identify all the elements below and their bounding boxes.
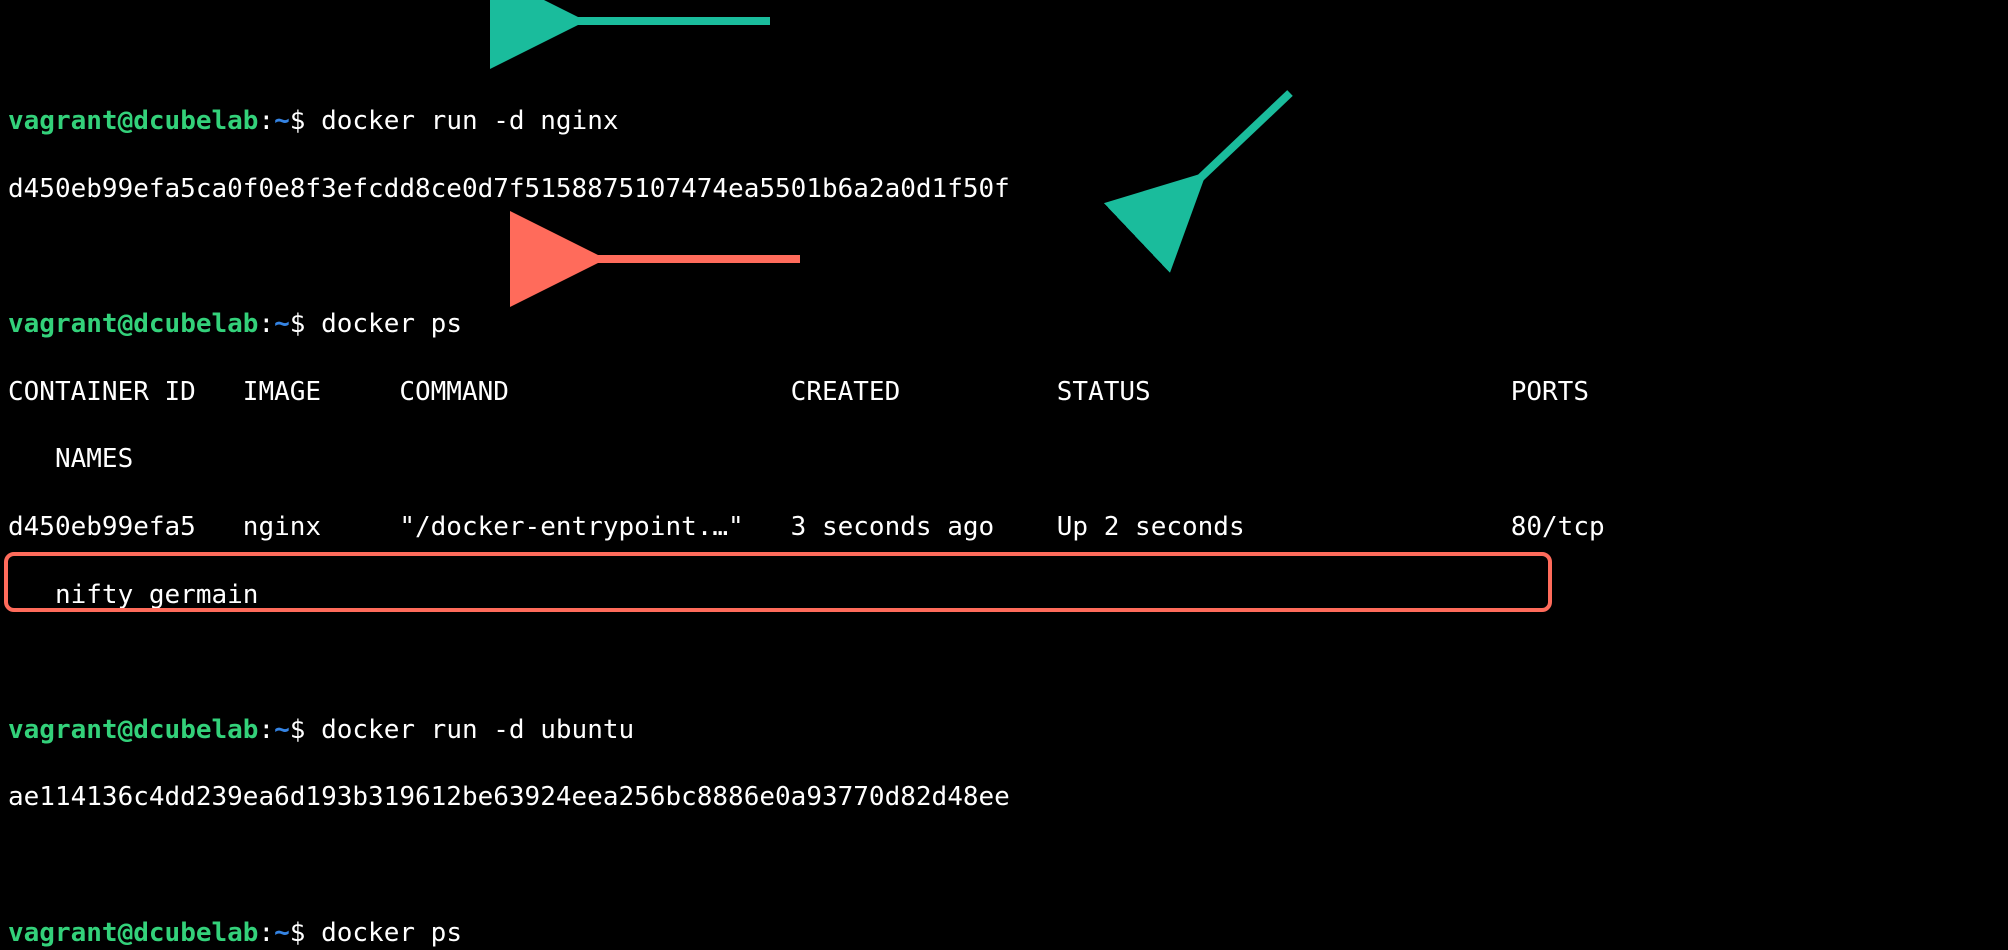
prompt-at: @ — [118, 106, 134, 136]
prompt-at: @ — [118, 918, 134, 948]
output-hash: ae114136c4dd239ea6d193b319612be63924eea2… — [8, 781, 2000, 815]
table-row: nifty_germain — [8, 579, 2000, 613]
table-header: CONTAINER ID IMAGE COMMAND CREATED STATU… — [8, 376, 2000, 410]
prompt-symbol: $ — [290, 715, 306, 745]
prompt-path: ~ — [274, 715, 290, 745]
prompt-path: ~ — [274, 918, 290, 948]
prompt-user: vagrant — [8, 715, 118, 745]
command-text: docker ps — [321, 918, 462, 948]
prompt-user: vagrant — [8, 106, 118, 136]
output-hash: d450eb99efa5ca0f0e8f3efcdd8ce0d7f5158875… — [8, 173, 2000, 207]
table-row: d450eb99efa5 nginx "/docker-entrypoint.…… — [8, 511, 2000, 545]
prompt-colon: : — [258, 918, 274, 948]
command-text: docker ps — [321, 309, 462, 339]
arrow-red-icon — [580, 244, 810, 274]
prompt-path: ~ — [274, 106, 290, 136]
prompt-symbol: $ — [290, 106, 306, 136]
prompt-symbol: $ — [290, 918, 306, 948]
prompt-host: dcubelab — [133, 918, 258, 948]
command-text: docker run -d ubuntu — [321, 715, 634, 745]
prompt-host: dcubelab — [133, 106, 258, 136]
prompt-host: dcubelab — [133, 715, 258, 745]
prompt-path: ~ — [274, 309, 290, 339]
prompt-at: @ — [118, 715, 134, 745]
prompt-symbol: $ — [290, 309, 306, 339]
table-header: NAMES — [8, 443, 2000, 477]
prompt-user: vagrant — [8, 309, 118, 339]
prompt-line: vagrant@dcubelab:~$ docker ps — [8, 917, 2000, 950]
prompt-line: vagrant@dcubelab:~$ docker ps — [8, 308, 2000, 342]
prompt-line: vagrant@dcubelab:~$ docker run -d nginx — [8, 105, 2000, 139]
prompt-host: dcubelab — [133, 309, 258, 339]
prompt-colon: : — [258, 309, 274, 339]
prompt-colon: : — [258, 715, 274, 745]
prompt-line: vagrant@dcubelab:~$ docker run -d ubuntu — [8, 714, 2000, 748]
prompt-user: vagrant — [8, 918, 118, 948]
prompt-colon: : — [258, 106, 274, 136]
terminal[interactable]: vagrant@dcubelab:~$ docker run -d nginx … — [0, 0, 2008, 950]
command-text: docker run -d nginx — [321, 106, 618, 136]
arrow-teal-icon — [560, 6, 780, 36]
prompt-at: @ — [118, 309, 134, 339]
